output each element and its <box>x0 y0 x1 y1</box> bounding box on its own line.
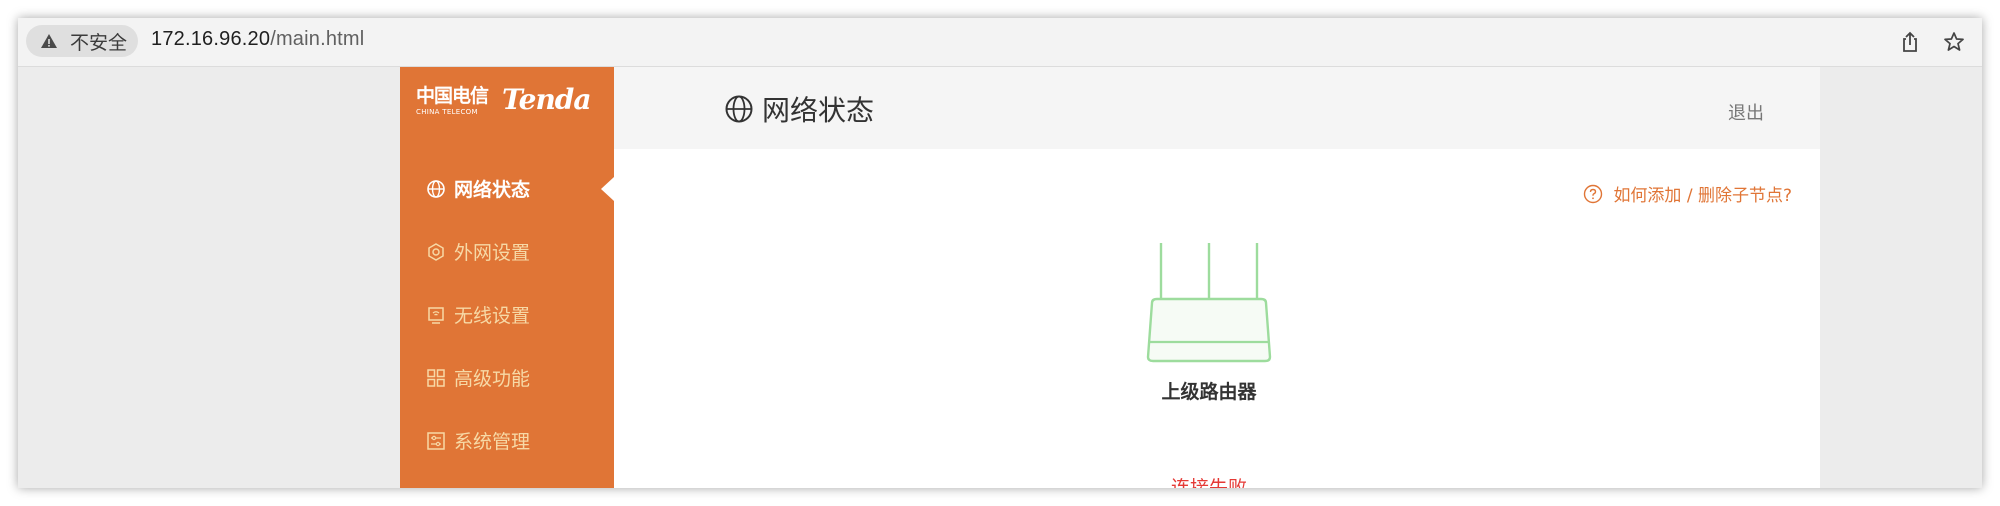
sidebar: 中国电信 CHINA TELECOM Tenda 网络状态 外网设置 无线设置 … <box>400 67 614 488</box>
bookmark-star-icon[interactable] <box>1942 30 1966 54</box>
page-title: 网络状态 <box>762 94 875 127</box>
upstream-router-label: 上级路由器 <box>1161 381 1257 403</box>
sidebar-item-label: 系统管理 <box>454 431 531 453</box>
share-icon[interactable] <box>1898 30 1922 54</box>
sidebar-item-wan-settings[interactable]: 外网设置 <box>400 220 614 283</box>
url-path: /main.html <box>270 28 365 50</box>
globe-icon <box>427 179 445 198</box>
help-link[interactable]: 如何添加 / 删除子节点? <box>1583 181 1792 206</box>
china-telecom-logo: 中国电信 <box>416 85 489 107</box>
warning-icon <box>41 34 57 48</box>
sidebar-item-network-status[interactable]: 网络状态 <box>400 157 614 220</box>
settings-panel-icon <box>427 431 445 450</box>
router-icon <box>1146 243 1272 363</box>
sidebar-item-wireless-settings[interactable]: 无线设置 <box>400 283 614 346</box>
address-bar[interactable]: 不安全 172.16.96.20/main.html <box>18 18 1982 67</box>
page-viewport: 中国电信 CHINA TELECOM Tenda 网络状态 外网设置 无线设置 … <box>18 67 1982 488</box>
sidebar-item-advanced[interactable]: 高级功能 <box>400 346 614 409</box>
wifi-icon <box>428 306 444 324</box>
sidebar-item-label: 网络状态 <box>454 179 531 201</box>
question-icon <box>1584 184 1603 203</box>
sidebar-item-label: 外网设置 <box>454 242 531 264</box>
sidebar-menu: 网络状态 外网设置 无线设置 高级功能 系统管理 <box>400 157 614 472</box>
china-telecom-subtitle: CHINA TELECOM <box>416 108 478 116</box>
sidebar-item-system-management[interactable]: 系统管理 <box>400 409 614 472</box>
connection-status: 连接失败 <box>1170 477 1247 488</box>
page-title-group: 网络状态 <box>724 89 874 129</box>
sidebar-item-label: 无线设置 <box>454 305 531 327</box>
tenda-logo: Tenda <box>502 83 592 116</box>
url-field[interactable]: 172.16.96.20/main.html <box>151 28 364 51</box>
browser-window: 不安全 172.16.96.20/main.html 中国电信 CHINA TE… <box>18 18 1982 488</box>
help-link-label: 如何添加 / 删除子节点? <box>1613 186 1792 206</box>
sidebar-item-label: 高级功能 <box>454 368 531 390</box>
brand-logo: 中国电信 CHINA TELECOM Tenda <box>416 83 592 117</box>
security-indicator[interactable]: 不安全 <box>26 25 138 57</box>
logout-link[interactable]: 退出 <box>1728 99 1764 125</box>
grid-icon <box>427 368 445 387</box>
active-indicator <box>601 177 614 201</box>
main-content: 网络状态 退出 如何添加 / 删除子节点? 上级路由器 连接失败 <box>614 67 1820 488</box>
globe-icon <box>725 95 753 123</box>
wan-icon <box>428 242 444 261</box>
page-header: 网络状态 退出 <box>614 67 1820 149</box>
security-label: 不安全 <box>70 31 128 54</box>
url-host: 172.16.96.20 <box>151 28 271 50</box>
